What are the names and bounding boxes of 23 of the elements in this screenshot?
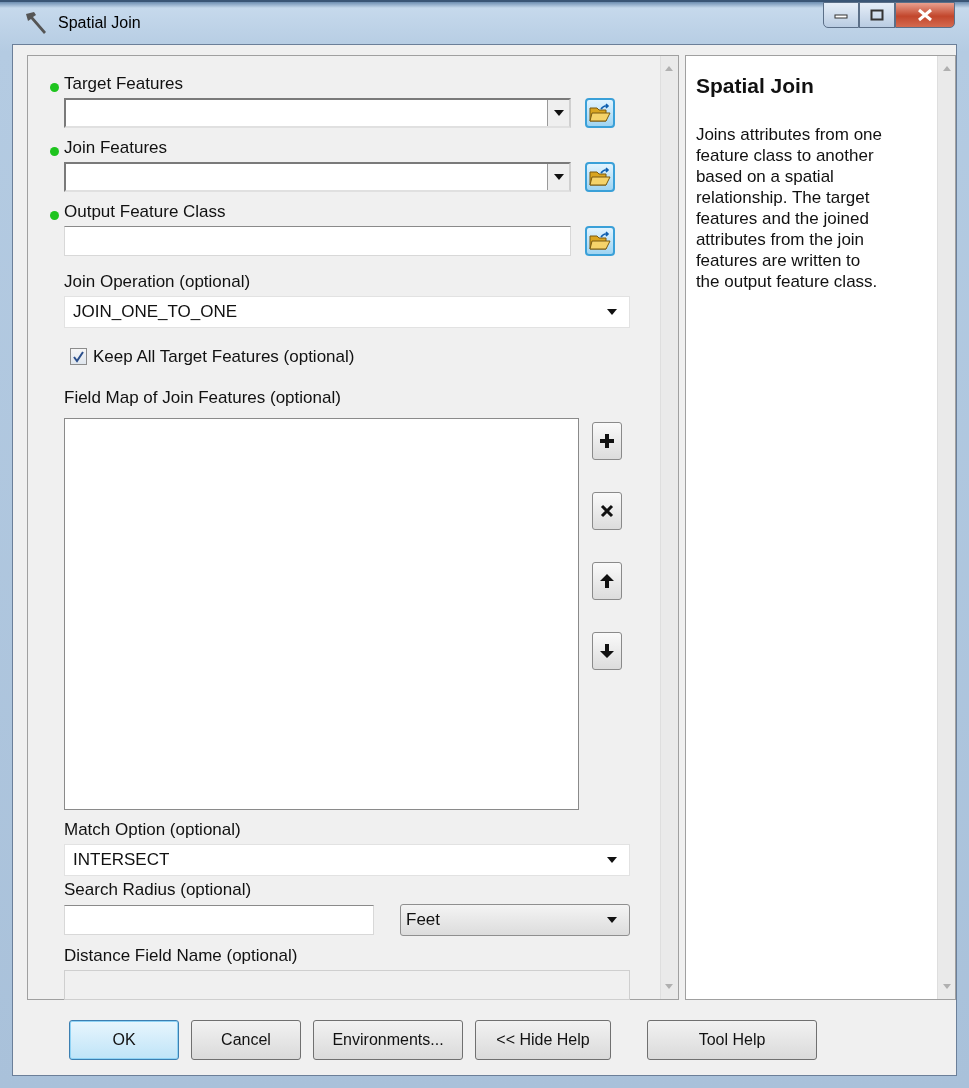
dropdown-field[interactable]: JOIN_ONE_TO_ONE (64, 296, 630, 328)
parameter-label: Join Operation (optional) (64, 271, 251, 294)
dropdown-value: INTERSECT (73, 848, 170, 871)
dropdown-value: Feet (406, 908, 441, 931)
help-title: Spatial Join (695, 73, 815, 99)
parameter-label: Search Radius (optional) (64, 878, 252, 901)
help-text: Joins attributes from one feature class to another based on a spatial relationship. The target features and the joined attributes from the join features are written to the output feature class. (695, 123, 884, 292)
dialog-button[interactable]: Tool Help (647, 1020, 817, 1060)
dialog-button[interactable]: OK (69, 1020, 179, 1060)
parameter-label: Field Map of Join Features (optional) (64, 386, 341, 409)
parameter-label: Match Option (optional) (64, 818, 241, 841)
dialog-button[interactable]: Cancel (191, 1020, 301, 1060)
dropdown-value: JOIN_ONE_TO_ONE (73, 301, 238, 324)
parameter-label: Distance Field Name (optional) (64, 944, 298, 967)
dialog-button[interactable]: Environments... (313, 1020, 463, 1060)
dialog-button[interactable]: << Hide Help (475, 1020, 611, 1060)
parameter-label: Output Feature Class (64, 201, 226, 224)
checkbox-label: Keep All Target Features (optional) (93, 346, 355, 368)
parameter-label: Join Features (64, 137, 167, 160)
parameter-label: Target Features (64, 73, 184, 96)
window-title: Spatial Join (58, 13, 141, 33)
unit-dropdown[interactable]: Feet (400, 903, 630, 936)
dropdown-field[interactable]: INTERSECT (64, 843, 630, 876)
